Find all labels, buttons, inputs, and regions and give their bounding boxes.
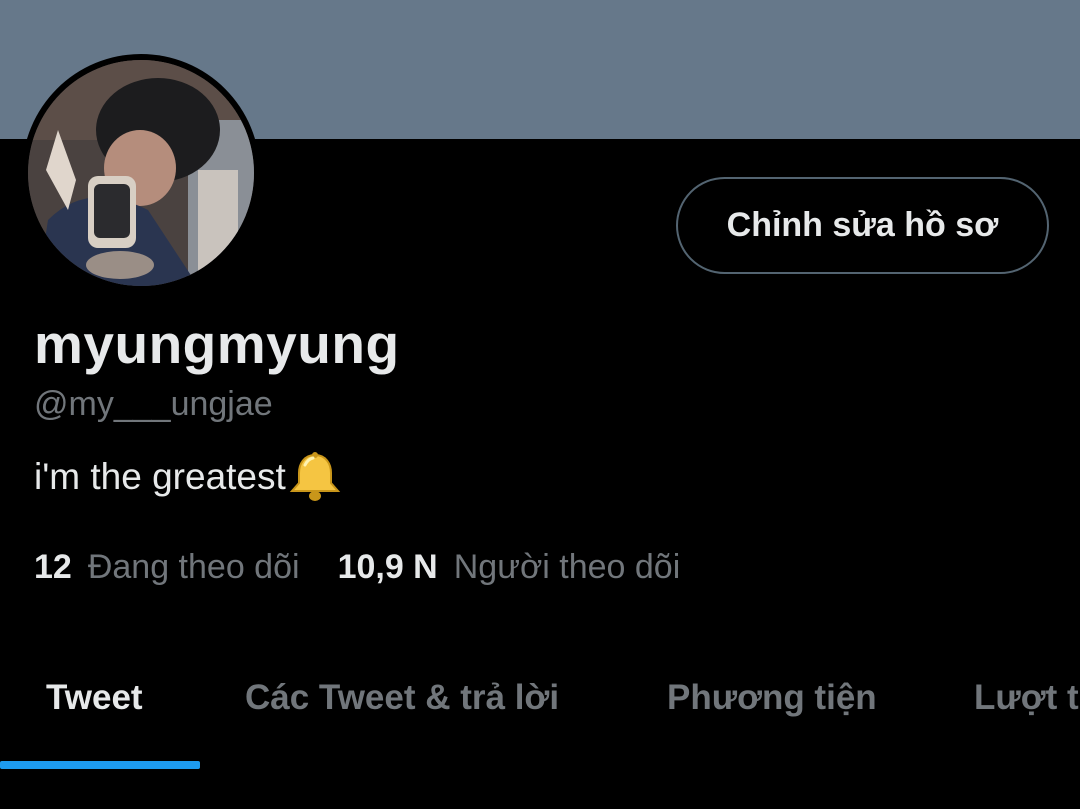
followers-link[interactable]: 10,9 N Người theo dõi <box>338 548 681 587</box>
tab-tweets[interactable]: Tweet <box>46 678 143 718</box>
following-count: 12 <box>34 548 72 586</box>
tab-media[interactable]: Phương tiện <box>667 678 877 718</box>
tab-likes[interactable]: Lượt thích <box>974 678 1080 718</box>
avatar[interactable] <box>22 54 260 292</box>
user-handle: @my___ungjae <box>34 385 273 423</box>
followers-label: Người theo dõi <box>453 548 681 586</box>
bell-icon <box>286 451 344 503</box>
followers-count: 10,9 N <box>337 548 438 586</box>
avatar-photo <box>28 60 254 286</box>
tab-tweets-and-replies[interactable]: Các Tweet & trả lời <box>245 678 559 718</box>
bio: i'm the greatest <box>34 451 344 503</box>
profile-tabs: Tweet Các Tweet & trả lời Phương tiện Lư… <box>0 660 1080 770</box>
edit-profile-button[interactable]: Chỉnh sửa hồ sơ <box>676 177 1049 274</box>
bio-text: i'm the greatest <box>34 456 286 497</box>
profile-page: Chỉnh sửa hồ sơ myungmyung @my___ungjae … <box>0 0 1080 809</box>
active-tab-indicator <box>0 761 200 769</box>
display-name: myungmyung <box>34 313 400 375</box>
following-label: Đang theo dõi <box>87 548 300 586</box>
profile-stats: 12 Đang theo dõi 10,9 N Người theo dõi <box>34 548 680 587</box>
following-link[interactable]: 12 Đang theo dõi <box>34 548 300 587</box>
